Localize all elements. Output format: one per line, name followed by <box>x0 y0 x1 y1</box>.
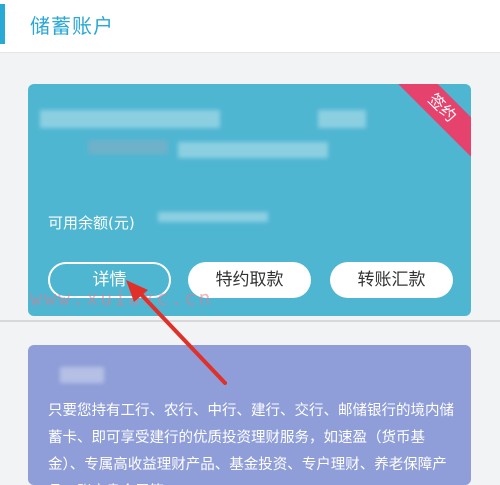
pointer-arrow-icon <box>126 280 227 385</box>
